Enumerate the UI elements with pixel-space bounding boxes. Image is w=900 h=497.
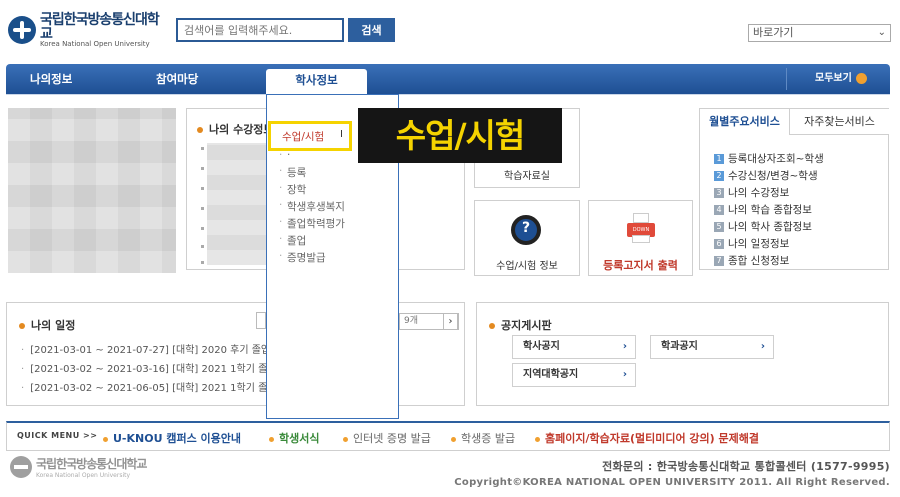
search-input[interactable] [176, 18, 344, 42]
tab-monthly-services[interactable]: 월별주요서비스 [700, 109, 789, 135]
class-exam-info-tile[interactable]: 수업/시험 정보 [474, 200, 580, 276]
bullet-icon [197, 127, 203, 133]
service-item[interactable]: 4 나의 학습 종합정보 [714, 202, 812, 217]
quick-item-student-forms[interactable]: 학생서식 [269, 430, 319, 446]
view-all-button[interactable]: 모두보기 [786, 68, 873, 90]
schedule-title: 나의 일정 [19, 317, 75, 333]
footer-copyright: Copyright©KOREA NATIONAL OPEN UNIVERSITY… [454, 477, 890, 488]
goto-select[interactable]: 바로가기 ⌄ [748, 24, 891, 42]
service-item[interactable]: 5 나의 학사 종합정보 [714, 219, 812, 234]
schedule-row[interactable]: [2021-03-02 ~ 2021-03-16] [대학] 2021 1학기 … [21, 360, 267, 375]
chevron-right-icon: › [760, 341, 765, 352]
profile-photo [8, 108, 176, 273]
quick-item-campus-guide[interactable]: U-KNOU 캠퍼스 이용안내 [103, 430, 241, 446]
goto-select-value: 바로가기 [753, 26, 794, 39]
dropdown-item-registration[interactable]: 등록 [279, 165, 306, 180]
chevron-right-icon: › [622, 341, 627, 352]
quick-menu-title: QUICK MENU >> [17, 431, 98, 440]
bullet-icon [269, 436, 274, 442]
quick-item-troubleshoot[interactable]: 홈페이지/학습자료(멀티미디어 강의) 문제해결 [535, 430, 759, 446]
search-button[interactable]: 검색 [348, 18, 395, 42]
notice-board-panel: 공지게시판 학사공지 › 학과공지 › 지역대학공지 › [476, 302, 889, 406]
next-page-icon[interactable]: › [443, 313, 458, 330]
course-info-title: 나의 수강정보 [197, 121, 274, 137]
footer-logo: 국립한국방송통신대학교 Korea National Open Universi… [10, 455, 147, 479]
blurred-course-list [207, 143, 267, 265]
regional-notice-button[interactable]: 지역대학공지 › [512, 363, 636, 387]
dropdown-item-graduation[interactable]: 졸업 [279, 233, 306, 248]
main-nav [6, 64, 890, 94]
schedule-pager[interactable]: 9개 › [399, 313, 459, 330]
footer-logo-english: Korea National Open University [36, 472, 131, 479]
schedule-row[interactable]: [2021-03-02 ~ 2021-06-05] [대학] 2021 1학기 … [21, 379, 267, 394]
printer-icon: DOWN [627, 213, 655, 243]
department-notice-button[interactable]: 학과공지 › [650, 335, 774, 359]
schedule-row[interactable]: [2021-03-01 ~ 2021-07-27] [대학] 2020 후기 졸… [21, 341, 270, 356]
bullet-icon [489, 323, 495, 329]
quick-menu: QUICK MENU >> U-KNOU 캠퍼스 이용안내 학생서식 인터넷 증… [6, 421, 890, 451]
site-logo[interactable]: 국립한국방송통신대학교 Korea National Open Universi… [8, 13, 170, 47]
bullet-icon [103, 436, 108, 442]
bullet-icon [535, 436, 540, 442]
service-item[interactable]: 7 종합 신청정보 [714, 253, 789, 268]
nav-divider [6, 94, 890, 95]
quick-item-student-card[interactable]: 학생증 발급 [451, 430, 515, 446]
logo-korean-name: 국립한국방송통신대학교 [40, 11, 160, 42]
chevron-down-icon: ⌄ [877, 27, 886, 38]
registration-print-label: 등록고지서 출력 [603, 259, 678, 272]
prev-page-button[interactable] [256, 312, 266, 329]
dropdown-item-class-exam[interactable]: 수업/시험 [282, 129, 324, 144]
callout-label: 수업/시험 [358, 108, 562, 163]
service-item[interactable]: 2 수강신청/변경~학생 [714, 168, 818, 183]
view-all-icon [855, 72, 867, 84]
view-all-label: 모두보기 [815, 73, 852, 84]
bullet-icon [343, 436, 348, 442]
university-emblem-icon [8, 16, 36, 44]
notice-title: 공지게시판 [489, 317, 552, 333]
service-item[interactable]: 3 나의 수강정보 [714, 185, 789, 200]
service-item[interactable]: 6 나의 일정정보 [714, 236, 789, 251]
dropdown-item-certificate[interactable]: 증명발급 [279, 250, 326, 265]
text-cursor-icon: I [340, 129, 343, 140]
services-panel: 월별주요서비스 자주찾는서비스 1 등록대상자조회~학생 2 수강신청/변경~학생 … [699, 108, 889, 270]
logo-english-name: Korea National Open University [40, 39, 150, 48]
nav-item-my-info[interactable]: 나의정보 [30, 64, 72, 94]
quick-item-internet-cert[interactable]: 인터넷 증명 발급 [343, 430, 431, 446]
schedule-count: 9개 [404, 316, 419, 326]
dropdown-item-scholarship[interactable]: 장학 [279, 182, 306, 197]
footer-phone: 전화문의 : 한국방송통신대학교 통합콜센터 (1577-9995) [602, 460, 890, 473]
dropdown-item-welfare[interactable]: 학생후생복지 [279, 199, 345, 214]
headset-help-icon [511, 215, 541, 245]
service-item[interactable]: 1 등록대상자조회~학생 [714, 151, 824, 166]
bullet-icon [451, 436, 456, 442]
nav-item-participation[interactable]: 참여마당 [156, 64, 198, 94]
bullet-icon [19, 323, 25, 329]
footer-logo-korean: 국립한국방송통신대학교 [36, 457, 147, 471]
learning-materials-label: 학습자료실 [504, 171, 550, 182]
dropdown-item-graduation-eval[interactable]: 졸업학력평가 [279, 216, 345, 231]
class-exam-info-label: 수업/시험 정보 [496, 261, 558, 272]
tab-frequent-services[interactable]: 자주찾는서비스 [789, 109, 889, 135]
nav-item-academic-info[interactable]: 학사정보 [266, 69, 367, 95]
footer-emblem-icon [10, 456, 32, 478]
registration-print-tile[interactable]: DOWN 등록고지서 출력 [588, 200, 693, 276]
chevron-right-icon: › [622, 369, 627, 380]
printer-down-tag: DOWN [632, 227, 650, 233]
academic-notice-button[interactable]: 학사공지 › [512, 335, 636, 359]
